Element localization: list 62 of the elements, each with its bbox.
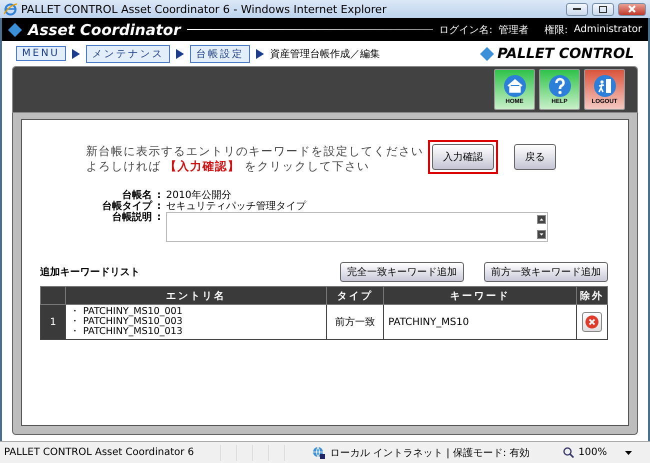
breadcrumb-link[interactable]: MENU <box>16 46 66 61</box>
field-label: 台帳名 <box>122 190 152 201</box>
help-icon <box>548 74 572 98</box>
login-label: ログイン名: <box>439 24 492 36</box>
close-button[interactable] <box>618 2 646 16</box>
globe-icon <box>312 446 326 460</box>
minimize-icon <box>573 8 581 10</box>
window-title: PALLET CONTROL Asset Coordinator 6 - Windows Internet Explorer <box>21 2 388 16</box>
diamond-logo-icon <box>480 46 494 60</box>
entry-name: ・ PATCHINY_MS10_013 <box>70 327 184 337</box>
add-keyword-button[interactable]: 完全一致キーワード追加 <box>340 262 464 282</box>
section-title: 追加キーワードリスト <box>40 266 141 279</box>
caret-icon[interactable] <box>625 450 632 454</box>
instruction-text: 新台帳に表示するエントリのキーワードを設定してください <box>86 144 424 159</box>
row-number: 1 <box>40 304 66 340</box>
remove-button[interactable] <box>582 312 602 332</box>
security-zone: ローカル イントラネット | 保護モード: 有効 <box>330 446 530 460</box>
status-text: PALLET CONTROL Asset Coordinator 6 <box>4 447 195 458</box>
table-header-cell: 除外 <box>576 286 608 304</box>
home-icon <box>502 74 526 98</box>
zoom-icon <box>563 447 574 458</box>
instruction-text: よろしければ 【入力確認】 をクリックして下さい <box>86 159 370 174</box>
minimize-button[interactable] <box>566 2 588 16</box>
delete-icon <box>585 315 599 329</box>
table-header-cell <box>40 286 66 304</box>
table-header-cell: エントリ名 <box>66 286 327 304</box>
scroll-down-icon[interactable] <box>537 230 546 239</box>
table-cell: 前方一致 <box>326 304 384 340</box>
maximize-button[interactable] <box>592 2 614 16</box>
login-value: 管理者 <box>498 24 528 36</box>
field-value: セキュリティパッチ管理タイプ <box>166 201 308 212</box>
arrow-right-icon <box>256 48 264 58</box>
close-icon <box>628 5 636 13</box>
entry-name: ・ PATCHINY_MS10_003 <box>70 317 184 327</box>
table-header-cell: キーワード <box>384 286 576 304</box>
scroll-up-icon[interactable] <box>537 215 546 224</box>
field-colon: : <box>156 190 162 201</box>
breadcrumb-link[interactable]: メンテナンス <box>86 44 170 62</box>
table-cell: PATCHINY_MS10 <box>384 304 576 340</box>
breadcrumb-current: 資産管理台帳作成／編集 <box>270 48 380 60</box>
description-field[interactable] <box>166 212 548 242</box>
confirm-button[interactable]: 入力確認 <box>428 140 498 174</box>
app-title: Asset Coordinator <box>28 20 181 38</box>
browser-logo-icon <box>4 2 17 16</box>
exit-door-icon <box>592 74 616 98</box>
arrow-right-icon <box>176 48 184 58</box>
entry-name: ・ PATCHINY_MS10_001 <box>70 307 184 317</box>
zoom-level[interactable]: 100% <box>578 447 607 458</box>
role-value: Administrator <box>574 24 642 35</box>
diamond-logo-icon <box>8 22 22 36</box>
field-colon: : <box>156 212 162 225</box>
table-header-cell: タイプ <box>326 286 384 304</box>
arrow-right-icon <box>72 48 80 58</box>
brand-logo-text: PALLET CONTROL <box>497 46 634 62</box>
field-colon: : <box>156 201 162 212</box>
add-keyword-button[interactable]: 前方一致キーワード追加 <box>484 262 608 282</box>
maximize-icon <box>599 6 607 12</box>
field-label: 台帳タイプ <box>101 201 152 212</box>
breadcrumb-link[interactable]: 台帳設定 <box>190 44 250 62</box>
field-label: 台帳説明 <box>111 212 152 225</box>
field-value: 2010年公開分 <box>166 190 232 201</box>
role-label: 権限: <box>544 24 568 36</box>
